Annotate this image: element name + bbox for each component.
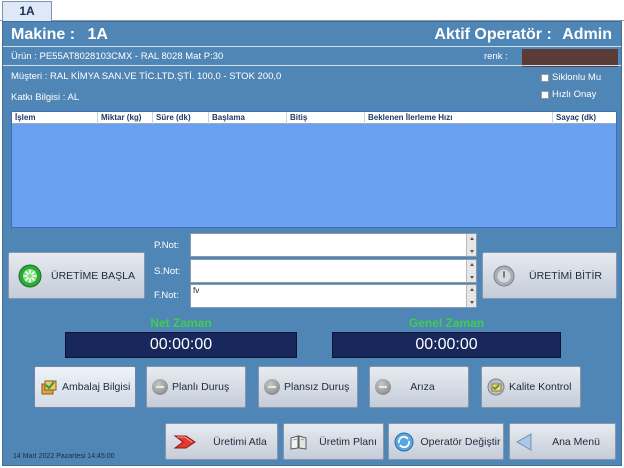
- col-header-start[interactable]: Başlama: [209, 112, 287, 124]
- total-time-label: Genel Zaman: [408, 316, 485, 330]
- customer-info: Müşteri : RAL KİMYA SAN.VE TİC.LTD.ŞTİ. …: [11, 71, 282, 82]
- start-icon: [18, 264, 42, 288]
- operator-value: Admin: [562, 26, 612, 43]
- fast-confirm-checkbox-label: Hızlı Onay: [552, 89, 597, 100]
- tab-1a[interactable]: 1A: [2, 1, 52, 22]
- planned-stop-label: Planlı Duruş: [172, 381, 230, 393]
- finish-production-button[interactable]: ÜRETİMİ BİTİR: [482, 252, 617, 299]
- package-icon: [40, 378, 58, 396]
- operator-title: Aktif Operatör : Admin: [434, 26, 612, 44]
- skip-arrow-icon: [173, 433, 199, 451]
- refresh-icon: [394, 432, 414, 452]
- unplanned-stop-button[interactable]: Plansız Duruş: [258, 366, 358, 408]
- p-note-label: P.Not:: [154, 240, 180, 251]
- f-note-input[interactable]: fv: [190, 284, 477, 308]
- start-production-button[interactable]: ÜRETİME BAŞLA: [8, 252, 145, 299]
- production-plan-button[interactable]: Üretim Planı: [283, 423, 384, 460]
- fast-confirm-checkbox-box[interactable]: [541, 90, 549, 99]
- info-divider: [3, 65, 621, 66]
- f-note-scrollbar[interactable]: [466, 285, 476, 307]
- quality-control-button[interactable]: Kalite Kontrol: [481, 366, 581, 408]
- header-divider: [3, 46, 621, 47]
- status-datetime: 14 Mart 2022 Pazartesi 14:45:00: [13, 453, 115, 460]
- machine-value: 1A: [87, 26, 108, 43]
- col-header-amount[interactable]: Miktar (kg): [98, 112, 153, 124]
- main-menu-button[interactable]: Ana Menü: [509, 423, 616, 460]
- total-time-display: 00:00:00: [332, 332, 561, 358]
- stop-icon: [152, 379, 168, 395]
- skip-production-button[interactable]: Üretimi Atla: [165, 423, 278, 460]
- change-operator-label: Operatör Değiştir: [420, 435, 501, 448]
- p-note-input[interactable]: [190, 233, 477, 257]
- col-header-process[interactable]: İşlem: [12, 112, 98, 124]
- skip-production-label: Üretimi Atla: [213, 435, 267, 448]
- quality-check-icon: [487, 378, 505, 396]
- power-icon: [493, 265, 515, 287]
- cyclone-checkbox-box[interactable]: [541, 73, 549, 82]
- main-menu-label: Ana Menü: [552, 435, 600, 448]
- f-note-label: F.Not:: [154, 290, 179, 301]
- finish-production-label: ÜRETİMİ BİTİR: [529, 269, 602, 282]
- machine-label: Makine :: [11, 26, 76, 43]
- s-note-input[interactable]: [190, 259, 477, 283]
- process-table[interactable]: İşlem Miktar (kg) Süre (dk) Başlama Biti…: [11, 111, 617, 228]
- net-time-label: Net Zaman: [150, 316, 212, 330]
- production-plan-label: Üretim Planı: [319, 435, 377, 448]
- operator-label: Aktif Operatör :: [434, 26, 552, 43]
- packaging-info-label: Ambalaj Bilgisi: [62, 381, 131, 393]
- f-note-value: fv: [193, 286, 200, 295]
- unplanned-stop-label: Plansız Duruş: [284, 381, 350, 393]
- color-label: renk :: [484, 51, 508, 62]
- col-header-end[interactable]: Bitiş: [287, 112, 365, 124]
- s-note-scrollbar[interactable]: [466, 260, 476, 282]
- col-header-counter[interactable]: Sayaç (dk): [553, 112, 616, 124]
- additive-info: Katkı Bilgisi : AL: [11, 92, 80, 103]
- start-production-label: ÜRETİME BAŞLA: [50, 269, 136, 282]
- process-table-header: İşlem Miktar (kg) Süre (dk) Başlama Biti…: [12, 112, 616, 124]
- fault-label: Arıza: [410, 381, 435, 393]
- quality-control-label: Kalite Kontrol: [509, 381, 572, 393]
- p-note-scrollbar[interactable]: [466, 234, 476, 256]
- tab-bar: 1A: [0, 0, 624, 22]
- col-header-expected-rate[interactable]: Beklenen İlerleme Hızı: [365, 112, 553, 124]
- fast-confirm-checkbox[interactable]: Hızlı Onay: [541, 89, 596, 100]
- back-arrow-icon: [515, 432, 533, 452]
- col-header-duration[interactable]: Süre (dk): [153, 112, 209, 124]
- machine-panel: Makine : 1A Aktif Operatör : Admin Ürün …: [2, 21, 622, 466]
- s-note-label: S.Not:: [154, 266, 181, 277]
- change-operator-button[interactable]: Operatör Değiştir: [388, 423, 504, 460]
- cyclone-checkbox[interactable]: Siklonlu Mu: [541, 72, 601, 83]
- packaging-info-button[interactable]: Ambalaj Bilgisi: [34, 366, 136, 408]
- cyclone-checkbox-label: Siklonlu Mu: [552, 72, 602, 83]
- product-info: Ürün : PE55AT8028103CMX - RAL 8028 Mat P…: [11, 51, 224, 62]
- stop-icon: [264, 379, 280, 395]
- book-icon: [289, 433, 309, 451]
- fault-button[interactable]: Arıza: [369, 366, 469, 408]
- machine-title: Makine : 1A: [11, 26, 108, 44]
- planned-stop-button[interactable]: Planlı Duruş: [146, 366, 246, 408]
- net-time-display: 00:00:00: [65, 332, 297, 358]
- stop-icon: [375, 379, 391, 395]
